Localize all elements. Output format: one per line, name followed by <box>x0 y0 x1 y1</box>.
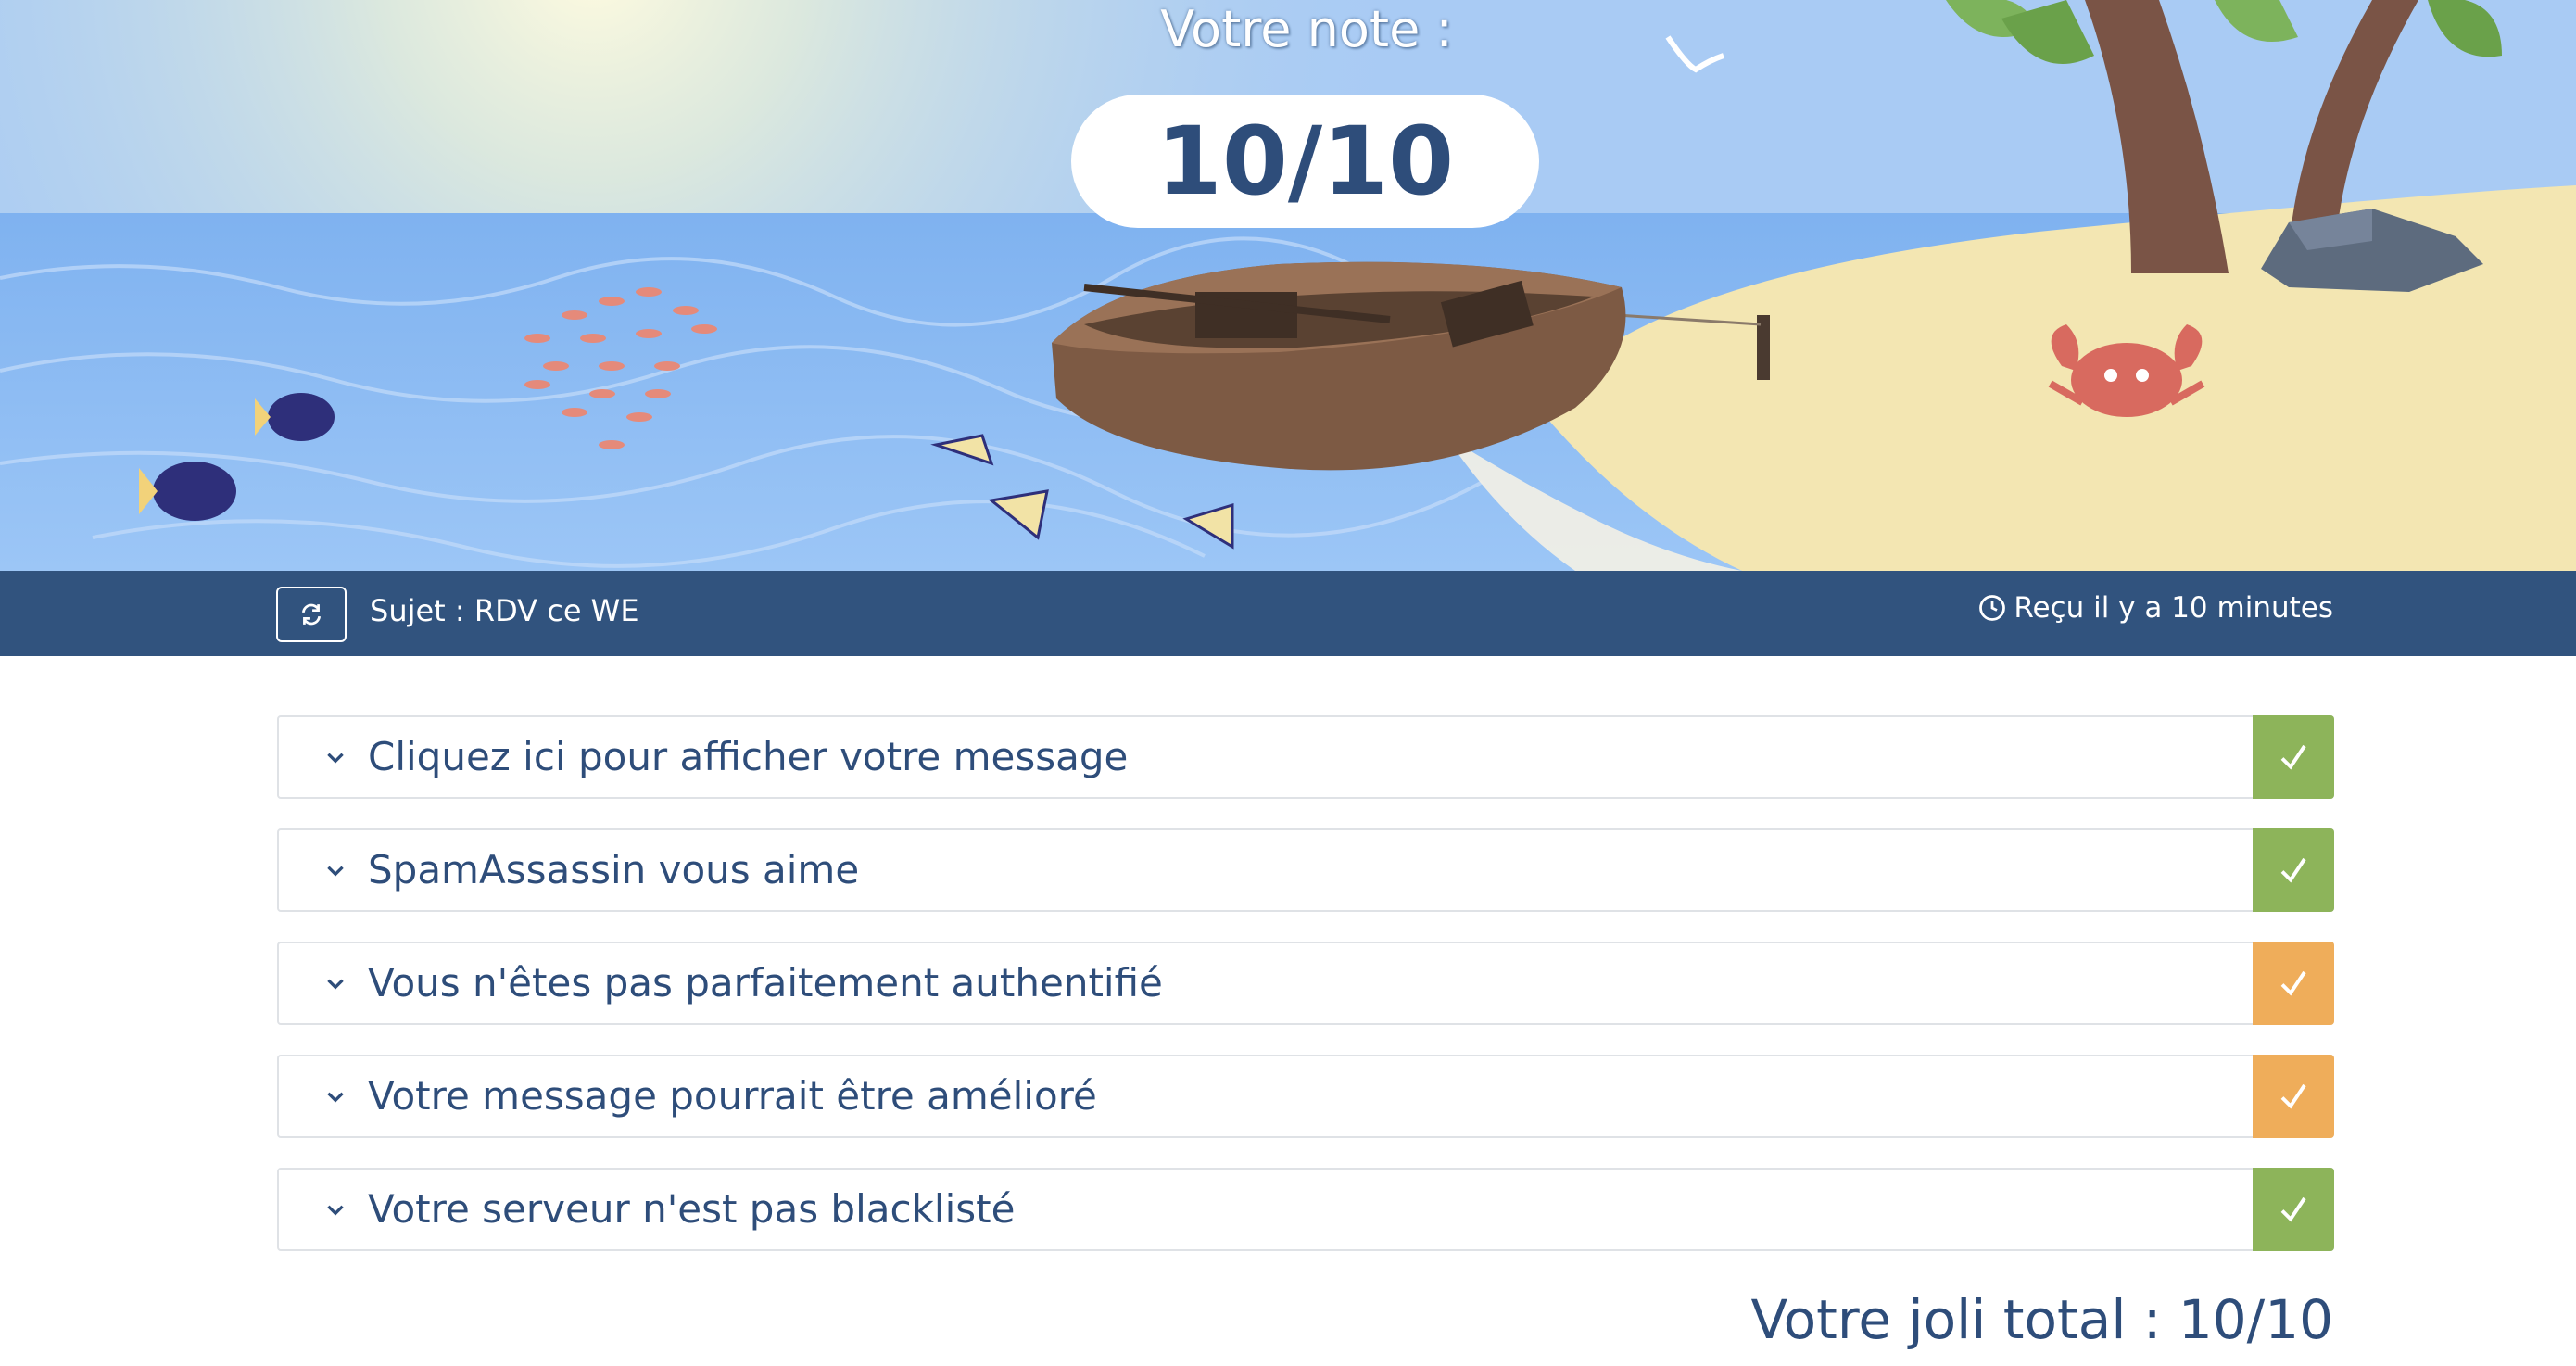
chevron-down-icon <box>327 753 344 764</box>
check-row-blacklist[interactable]: Votre serveur n'est pas blacklisté <box>277 1168 2334 1251</box>
score-label: Votre note : <box>1160 0 1453 58</box>
subject-bar: Sujet : RDV ce WE Reçu il y a 10 minutes <box>0 571 2576 656</box>
checkmark-icon <box>2280 744 2306 770</box>
status-badge-ok <box>2253 828 2334 912</box>
check-row-message[interactable]: Cliquez ici pour afficher votre message <box>277 715 2334 799</box>
status-badge-warn <box>2253 942 2334 1025</box>
check-label: Cliquez ici pour afficher votre message <box>368 734 1129 779</box>
checkmark-icon <box>2280 970 2306 996</box>
refresh-icon <box>301 603 322 626</box>
checkmark-icon <box>2280 857 2306 883</box>
check-list: Cliquez ici pour afficher votre message … <box>277 715 2334 1281</box>
check-row-improvements[interactable]: Votre message pourrait être amélioré <box>277 1055 2334 1138</box>
status-badge-warn <box>2253 1055 2334 1138</box>
hero-banner: Votre note : 10/10 <box>0 0 2576 571</box>
clock-icon <box>1979 595 2006 621</box>
subject-text: Sujet : RDV ce WE <box>370 593 639 628</box>
chevron-down-icon <box>327 979 344 990</box>
chevron-down-icon <box>327 866 344 877</box>
checkmark-icon <box>2280 1196 2306 1222</box>
chevron-down-icon <box>327 1205 344 1216</box>
total-score: Votre joli total : 10/10 <box>1750 1288 2333 1351</box>
status-badge-ok <box>2253 715 2334 799</box>
check-label: SpamAssassin vous aime <box>368 847 860 892</box>
check-label: Votre serveur n'est pas blacklisté <box>368 1186 1016 1232</box>
checkmark-icon <box>2280 1083 2306 1109</box>
check-row-authentication[interactable]: Vous n'êtes pas parfaitement authentifié <box>277 942 2334 1025</box>
received-time: Reçu il y a 10 minutes <box>1978 591 2333 625</box>
check-label: Votre message pourrait être amélioré <box>368 1073 1097 1119</box>
received-text: Reçu il y a 10 minutes <box>2014 591 2333 625</box>
refresh-button[interactable] <box>276 587 347 642</box>
check-row-spamassassin[interactable]: SpamAssassin vous aime <box>277 828 2334 912</box>
status-badge-ok <box>2253 1168 2334 1251</box>
chevron-down-icon <box>327 1092 344 1103</box>
score-value: 10/10 <box>1071 95 1539 228</box>
beach-illustration <box>0 0 2576 571</box>
check-label: Vous n'êtes pas parfaitement authentifié <box>368 960 1163 1006</box>
